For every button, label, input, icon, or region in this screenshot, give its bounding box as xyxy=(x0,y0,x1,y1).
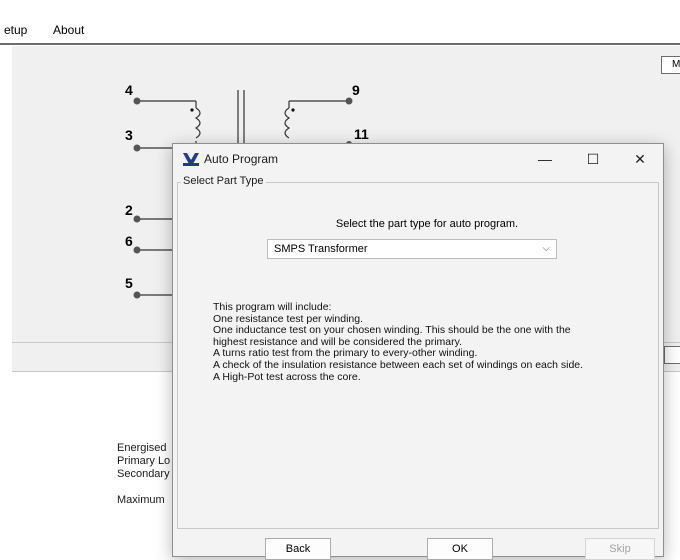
primary-coil xyxy=(194,107,201,139)
pin-4-dot xyxy=(133,97,141,105)
maximize-button[interactable]: ☐ xyxy=(578,149,608,169)
pin-3-dot xyxy=(133,144,141,152)
program-description: This program will include: One resistanc… xyxy=(213,301,584,383)
pin-6-dot xyxy=(133,246,141,254)
secondary-coil xyxy=(284,107,291,139)
pin-label-6: 6 xyxy=(125,233,133,249)
dialog-titlebar[interactable]: Auto Program — ☐ ✕ xyxy=(173,144,663,174)
info-maximum: Maximum xyxy=(117,494,165,506)
pin-5-dot xyxy=(133,291,141,299)
pin-label-11: 11 xyxy=(354,126,369,142)
pin-2-dot xyxy=(133,215,141,223)
close-button[interactable]: ✕ xyxy=(625,149,655,169)
description-line: A High-Pot test across the core. xyxy=(213,370,361,383)
primary-polarity-dot xyxy=(190,108,194,112)
pin-label-9: 9 xyxy=(352,82,360,98)
auto-program-dialog: Auto Program — ☐ ✕ Select Part Type Sele… xyxy=(172,143,664,560)
info-energised: Energised xyxy=(117,442,167,454)
part-type-prompt: Select the part type for auto program. xyxy=(335,218,519,230)
secondary-polarity-dot xyxy=(291,108,295,112)
groupbox-label: Select Part Type xyxy=(181,175,266,187)
description-line: This program will include: xyxy=(213,301,332,313)
app-logo-icon xyxy=(183,153,199,166)
minimize-button[interactable]: — xyxy=(530,149,560,169)
pin-label-4: 4 xyxy=(125,82,133,98)
pin-label-2: 2 xyxy=(125,202,133,218)
description-line: A check of the insulation resistance bet… xyxy=(213,358,584,371)
info-primary: Primary Lo xyxy=(117,455,171,467)
dialog-title: Auto Program xyxy=(204,152,279,166)
part-type-select[interactable]: SMPS Transformer ⌵ xyxy=(267,239,557,259)
strip-right-box[interactable] xyxy=(664,346,680,364)
chevron-down-icon: ⌵ xyxy=(542,243,550,254)
info-secondary: Secondary xyxy=(117,468,170,480)
pin-label-5: 5 xyxy=(125,275,133,291)
pin-label-3: 3 xyxy=(125,127,133,143)
part-type-selected-value: SMPS Transformer xyxy=(274,243,368,255)
pin-9-dot xyxy=(345,97,353,105)
